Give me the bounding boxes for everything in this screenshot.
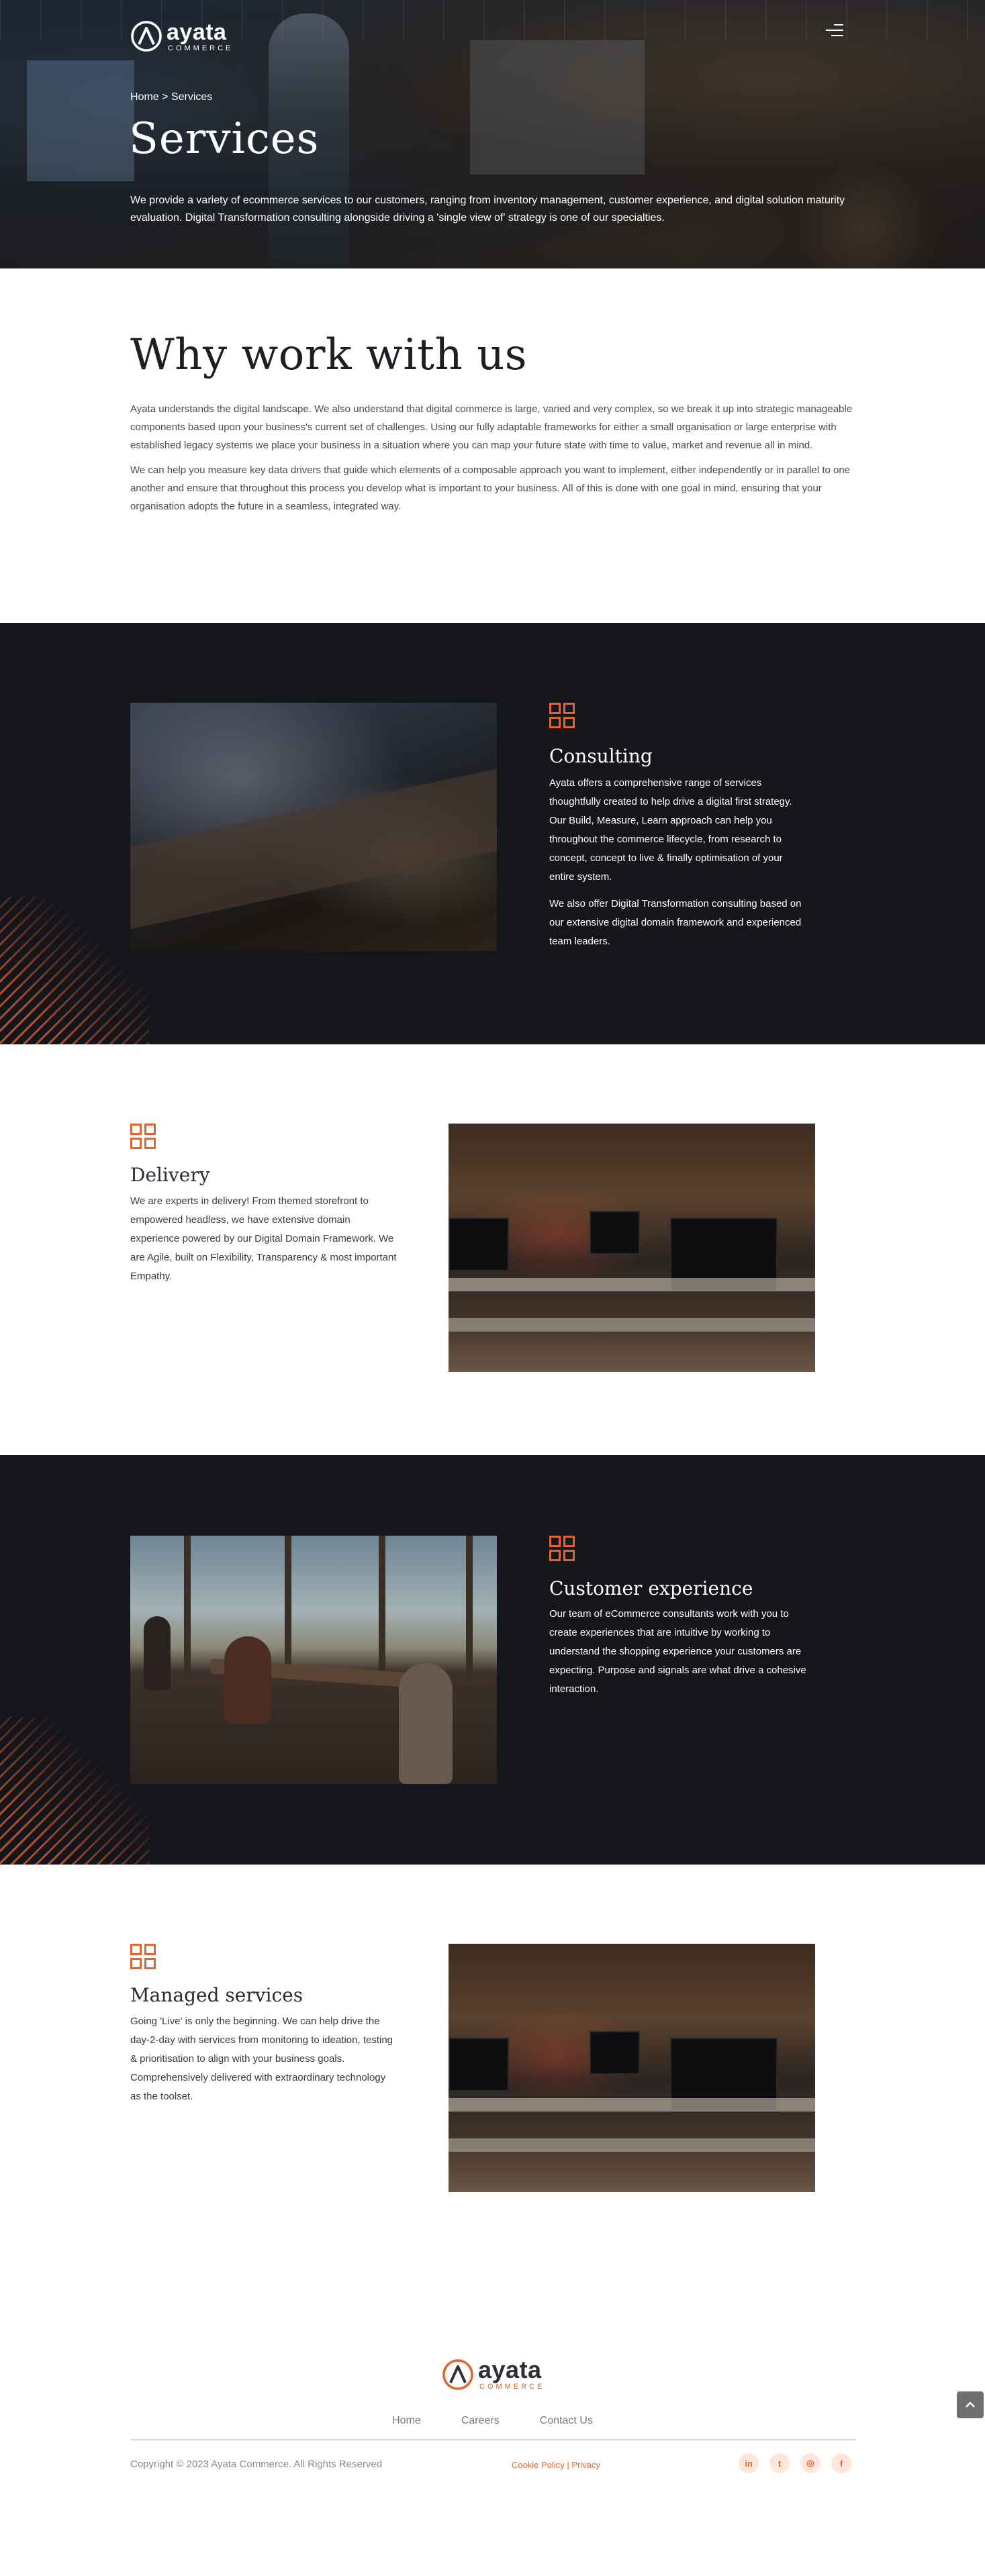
logo-wordmark: ayata xyxy=(167,19,227,45)
grid-icon xyxy=(549,703,576,730)
facebook-icon[interactable]: f xyxy=(831,2453,851,2473)
logo-tagline: COMMERCE xyxy=(479,2383,545,2391)
social-links: in t ◎ f xyxy=(739,2453,851,2473)
service-delivery: Delivery We are experts in delivery! Fro… xyxy=(0,1044,985,1455)
customer-experience-photo xyxy=(130,1536,497,1784)
consulting-photo xyxy=(130,703,497,951)
why-section: Why work with us Ayata understands the d… xyxy=(0,268,985,623)
decorative-stripes xyxy=(0,897,149,1044)
site-footer: ayata COMMERCE Home Careers Contact Us C… xyxy=(0,2305,985,2576)
service-description: Going 'Live' is only the beginning. We c… xyxy=(130,2012,399,2114)
service-managed-services: Managed services Going 'Live' is only th… xyxy=(0,1865,985,2305)
grid-icon xyxy=(130,1944,157,1971)
decorative-stripes xyxy=(0,1717,149,1865)
cookie-policy-link[interactable]: Cookie Policy xyxy=(512,2460,565,2470)
managed-services-photo xyxy=(449,1944,815,2192)
copyright: Copyright © 2023 Ayata Commerce. All Rig… xyxy=(130,2459,383,2470)
why-paragraph: Ayata understands the digital landscape.… xyxy=(130,403,853,451)
legal-separator: | xyxy=(567,2460,569,2470)
site-logo[interactable]: ayata COMMERCE xyxy=(130,20,233,52)
hero-window xyxy=(470,40,645,175)
footer-link-home[interactable]: Home xyxy=(392,2415,421,2427)
ayata-logo-icon xyxy=(442,2359,473,2390)
service-title: Customer experience xyxy=(549,1577,753,1599)
grid-icon xyxy=(549,1536,576,1563)
footer-link-careers[interactable]: Careers xyxy=(461,2415,500,2427)
service-customer-experience: Customer experience Our team of eCommerc… xyxy=(0,1455,985,1865)
legal-links: Cookie Policy | Privacy xyxy=(512,2460,600,2470)
hamburger-menu-icon[interactable] xyxy=(823,21,843,39)
service-title: Managed services xyxy=(130,1984,303,2006)
grid-icon xyxy=(130,1124,157,1150)
service-title: Delivery xyxy=(130,1164,210,1186)
why-paragraph: We can help you measure key data drivers… xyxy=(130,464,851,512)
service-paragraph: We also offer Digital Transformation con… xyxy=(549,898,802,947)
service-paragraph: We are experts in delivery! From themed … xyxy=(130,1195,397,1282)
service-title: Consulting xyxy=(549,745,653,767)
footer-logo[interactable]: ayata COMMERCE xyxy=(442,2358,545,2391)
service-description: Ayata offers a comprehensive range of se… xyxy=(549,774,804,959)
service-consulting: Consulting Ayata offers a comprehensive … xyxy=(0,623,985,1044)
footer-nav: Home Careers Contact Us xyxy=(0,2415,985,2427)
breadcrumb[interactable]: Home > Services xyxy=(130,91,212,103)
linkedin-icon[interactable]: in xyxy=(739,2453,759,2473)
logo-tagline: COMMERCE xyxy=(168,44,234,52)
service-paragraph: Our team of eCommerce consultants work w… xyxy=(549,1608,806,1695)
chevron-up-icon[interactable] xyxy=(957,2391,984,2418)
footer-divider xyxy=(130,2439,855,2440)
delivery-photo xyxy=(449,1124,815,1372)
service-paragraph: Ayata offers a comprehensive range of se… xyxy=(549,777,792,883)
ayata-logo-icon xyxy=(131,21,162,52)
hero-whiteboard xyxy=(27,60,134,181)
logo-wordmark: ayata xyxy=(478,2356,542,2383)
hero-description: We provide a variety of ecommerce servic… xyxy=(130,195,845,224)
instagram-icon[interactable]: ◎ xyxy=(800,2453,820,2473)
why-title: Why work with us xyxy=(130,330,528,380)
service-description: We are experts in delivery! From themed … xyxy=(130,1192,399,1294)
privacy-link[interactable]: Privacy xyxy=(571,2460,600,2470)
footer-link-contact[interactable]: Contact Us xyxy=(540,2415,593,2427)
service-description: Our team of eCommerce consultants work w… xyxy=(549,1605,818,1707)
twitter-icon[interactable]: t xyxy=(769,2453,790,2473)
service-paragraph: Going 'Live' is only the beginning. We c… xyxy=(130,2016,393,2102)
hero-banner: ayata COMMERCE Home > Services Services … xyxy=(0,0,985,268)
page-title: Services xyxy=(129,114,320,164)
